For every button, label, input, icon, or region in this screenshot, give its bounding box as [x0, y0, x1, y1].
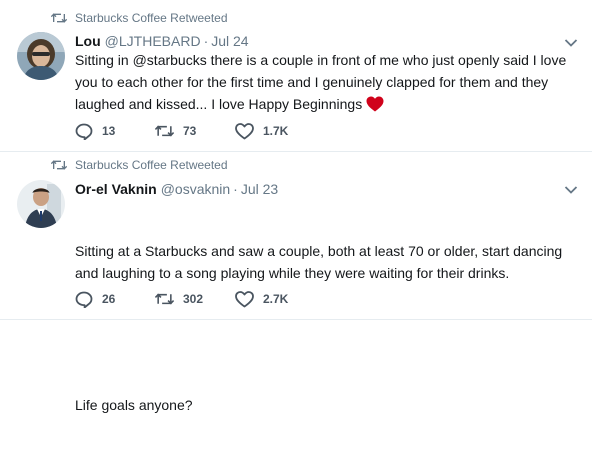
tweet-text-body: Sitting in @starbucks there is a couple …	[75, 52, 571, 112]
user-handle[interactable]: @LJTHEBARD	[105, 33, 201, 49]
like-icon	[235, 290, 254, 307]
reply-button[interactable]: 26	[75, 291, 155, 308]
tweet-actions: 26 302 2.7K	[75, 290, 315, 308]
retweet-context-label[interactable]: Starbucks Coffee Retweeted	[75, 11, 228, 25]
retweet-icon	[51, 13, 67, 23]
tweet-actions: 13 73 1.7K	[75, 122, 315, 140]
reply-count: 26	[102, 292, 116, 306]
tweet-time[interactable]: Jul 24	[211, 33, 248, 49]
retweet-count: 73	[183, 124, 197, 138]
retweet-count: 302	[183, 292, 204, 306]
separator: ·	[233, 181, 238, 197]
retweet-context-label[interactable]: Starbucks Coffee Retweeted	[75, 158, 228, 172]
retweet-context: Starbucks Coffee Retweeted	[51, 10, 228, 26]
retweet-context: Starbucks Coffee Retweeted	[51, 157, 228, 173]
user-name[interactable]: Lou	[75, 33, 101, 49]
tweet-text-paragraph: Life goals anyone?	[75, 397, 193, 413]
like-button[interactable]: 1.7K	[235, 122, 315, 140]
retweet-icon	[51, 160, 67, 170]
avatar[interactable]	[17, 32, 65, 80]
tweet-text: Sitting at a Starbucks and saw a couple,…	[75, 196, 575, 460]
user-name[interactable]: Or-el Vaknin	[75, 181, 157, 197]
tweet-time[interactable]: Jul 23	[241, 181, 278, 197]
red-heart-emoji	[366, 96, 384, 112]
retweet-icon	[155, 125, 174, 137]
chevron-down-icon[interactable]	[564, 185, 578, 195]
reply-icon	[75, 291, 93, 308]
separator: ·	[203, 33, 209, 49]
user-handle[interactable]: @osvaknin	[161, 181, 230, 197]
chevron-down-icon[interactable]	[564, 38, 578, 48]
tweet[interactable]: Starbucks Coffee Retweeted Lou @LJTHEBAR…	[0, 0, 592, 152]
like-button[interactable]: 2.7K	[235, 290, 315, 308]
retweet-button[interactable]: 302	[155, 291, 235, 307]
retweet-button[interactable]: 73	[155, 123, 235, 139]
tweet-text-paragraph: Sitting at a Starbucks and saw a couple,…	[75, 243, 567, 281]
like-count: 2.7K	[263, 292, 289, 306]
tweet[interactable]: Starbucks Coffee Retweeted Or-el Vaknin …	[0, 153, 592, 413]
retweet-icon	[155, 293, 174, 305]
like-count: 1.7K	[263, 124, 289, 138]
reply-icon	[75, 123, 93, 140]
like-icon	[235, 122, 254, 139]
avatar[interactable]	[17, 180, 65, 228]
reply-count: 13	[102, 124, 116, 138]
tweet-text: Sitting in @starbucks there is a couple …	[75, 49, 575, 115]
reply-button[interactable]: 13	[75, 123, 155, 140]
